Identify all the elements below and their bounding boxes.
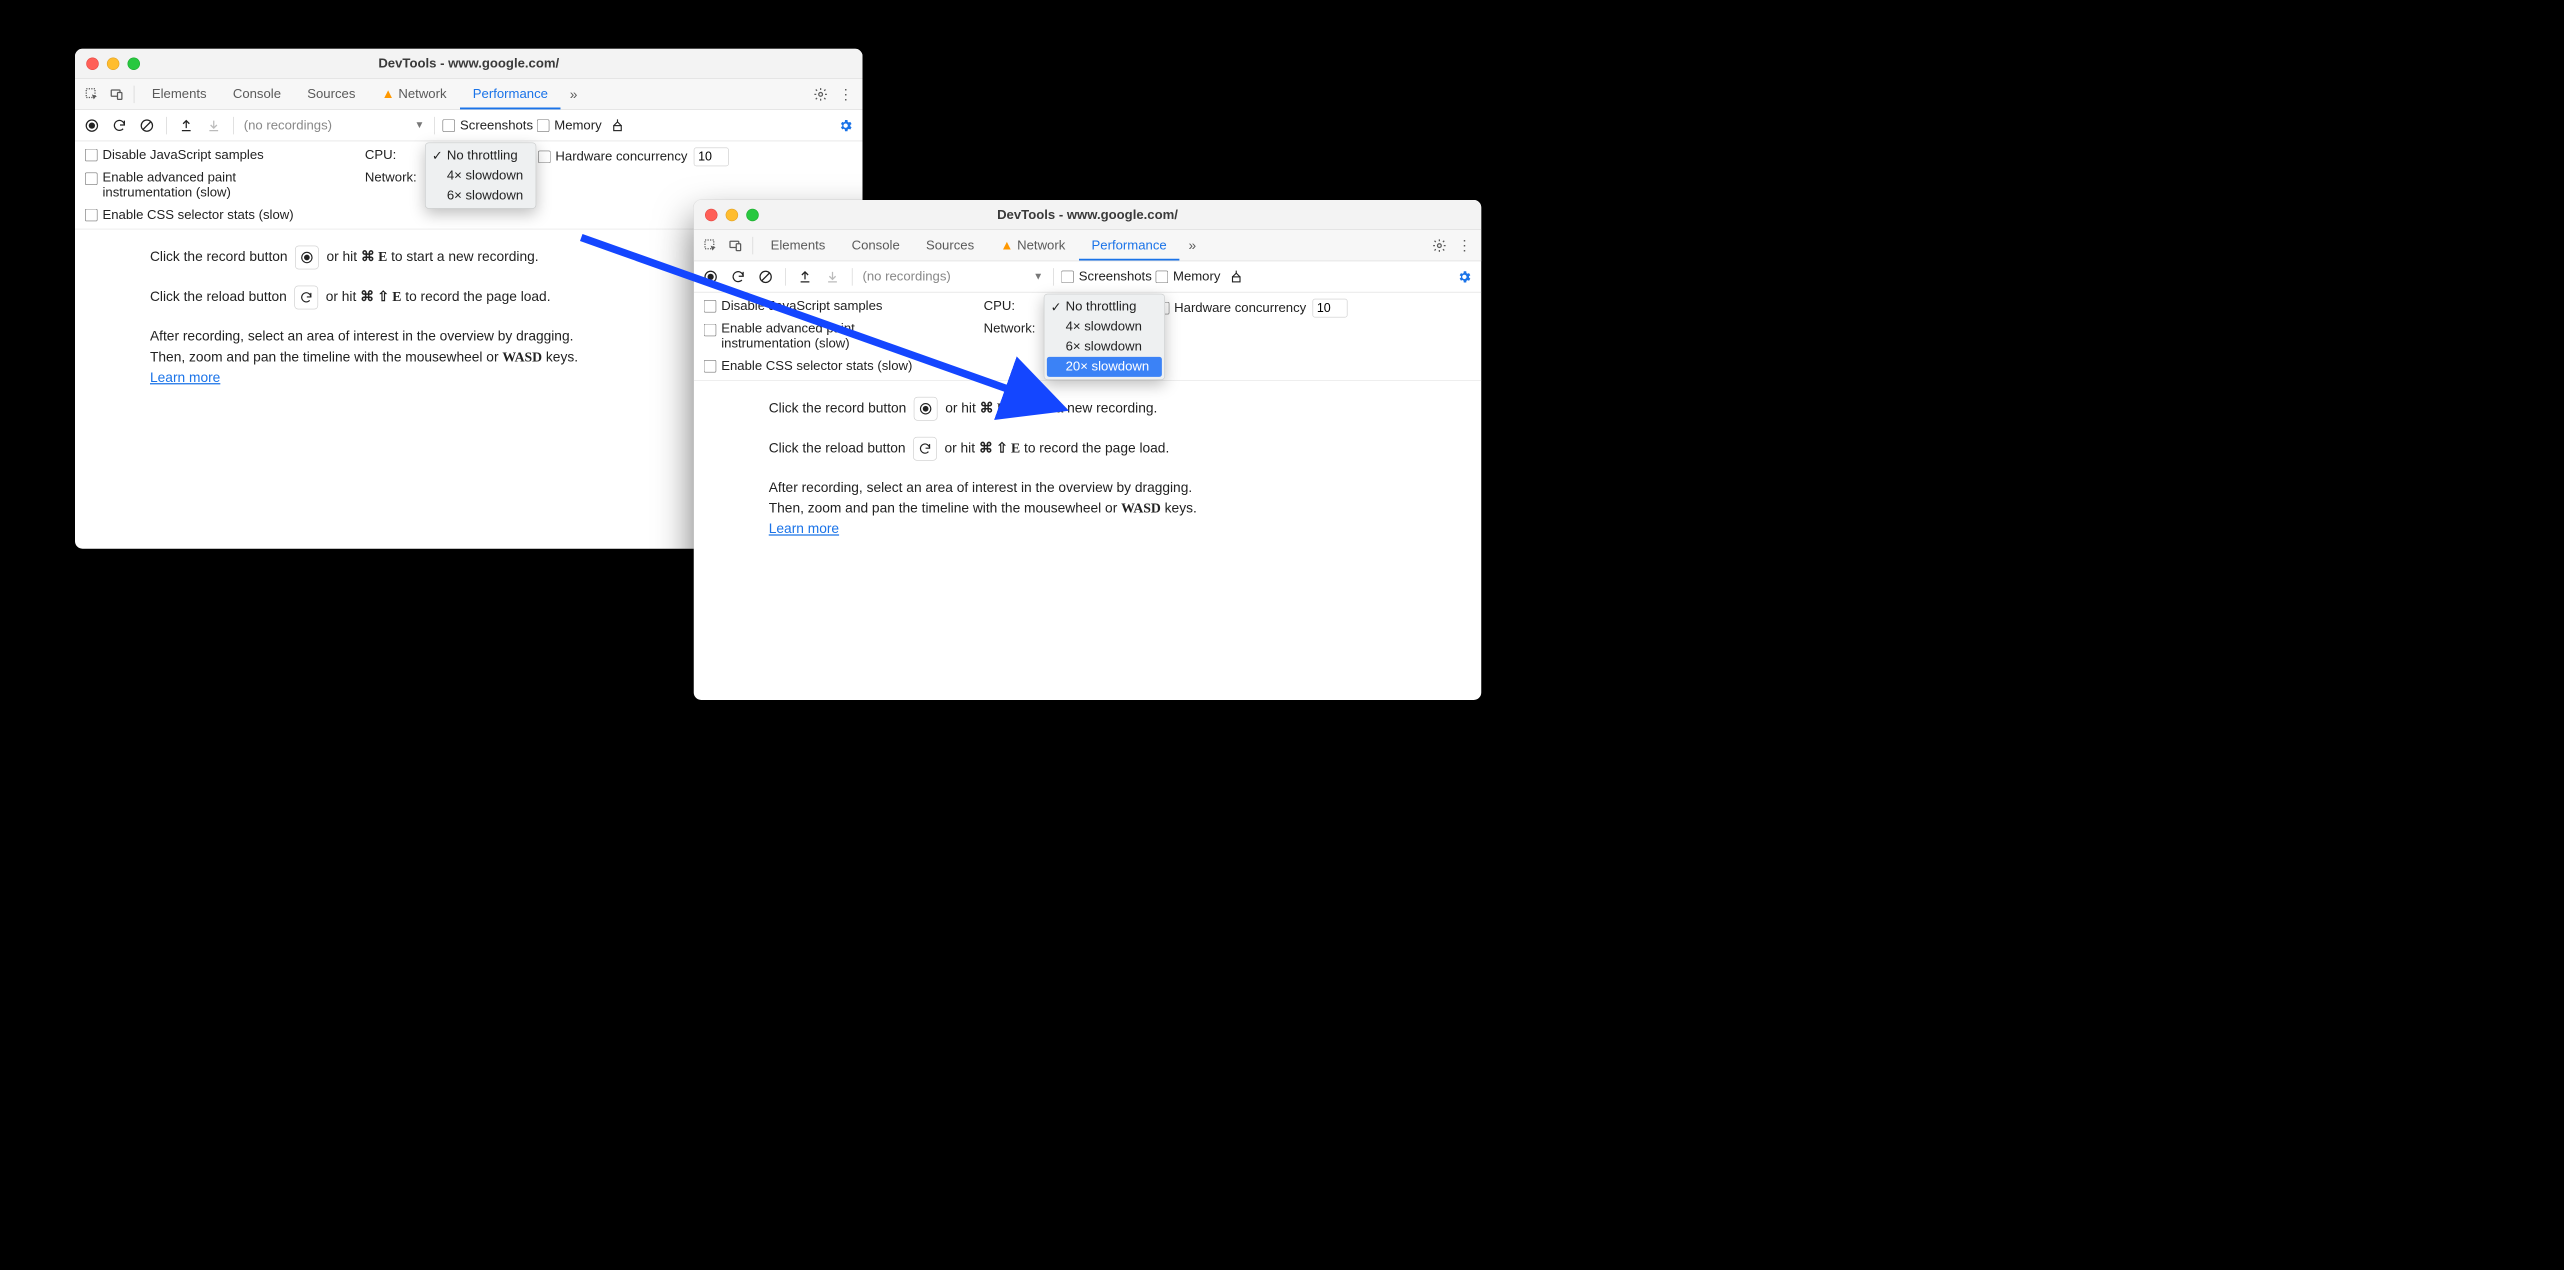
advanced-paint-checkbox[interactable]: Enable advanced paint instrumentation (s… [704,321,913,351]
hw-concurrency-input[interactable] [694,148,729,167]
cpu-label: CPU: [365,148,396,163]
memory-checkbox[interactable]: Memory [1156,269,1221,284]
gc-icon[interactable] [1224,265,1248,289]
network-label: Network: [365,170,417,185]
settings-gear-icon[interactable] [809,82,833,106]
learn-more-link[interactable]: Learn more [769,521,839,537]
gc-icon[interactable] [605,113,629,137]
inspect-icon[interactable] [80,82,104,106]
cpu-option-20x[interactable]: 20× slowdown [1047,357,1162,377]
recording-select[interactable]: (no recordings) ▼ [241,117,427,135]
tab-network[interactable]: ▲Network [369,79,459,110]
cpu-option-4x[interactable]: 4× slowdown [1044,317,1164,337]
disable-js-checkbox[interactable]: Disable JavaScript samples [85,148,294,163]
kebab-menu-icon[interactable]: ⋮ [1453,233,1477,257]
record-button[interactable] [699,265,723,289]
screenshots-checkbox[interactable]: Screenshots [443,118,533,133]
more-tabs-icon[interactable]: » [562,82,586,106]
record-button[interactable] [80,113,104,137]
advanced-paint-checkbox[interactable]: Enable advanced paint instrumentation (s… [85,170,294,200]
cpu-throttle-dropdown[interactable]: No throttling 4× slowdown 6× slowdown 20… [1044,294,1165,380]
tab-network[interactable]: ▲Network [988,230,1078,261]
record-icon [295,246,319,270]
upload-icon[interactable] [174,113,198,137]
titlebar: DevTools - www.google.com/ [694,200,1482,230]
record-icon [914,397,938,421]
window-title: DevTools - www.google.com/ [75,56,863,71]
devtools-window-after: DevTools - www.google.com/ Elements Cons… [694,200,1482,700]
panel-settings-icon[interactable] [834,113,858,137]
main-tabstrip: Elements Console Sources ▲Network Perfor… [694,230,1482,261]
more-tabs-icon[interactable]: » [1180,233,1204,257]
cpu-option-no-throttling[interactable]: No throttling [1044,297,1164,317]
reload-button[interactable] [108,113,132,137]
recording-select[interactable]: (no recordings) ▼ [860,268,1046,286]
clear-button[interactable] [135,113,159,137]
separator [134,85,135,103]
tab-performance[interactable]: Performance [460,79,560,110]
instructions: Click the record button or hit ⌘ E to st… [694,381,1482,572]
cpu-option-6x[interactable]: 6× slowdown [426,186,536,206]
tab-elements[interactable]: Elements [758,230,838,261]
inspect-icon[interactable] [699,233,723,257]
chevron-down-icon: ▼ [415,120,425,131]
css-stats-checkbox[interactable]: Enable CSS selector stats (slow) [704,359,913,374]
settings-gear-icon[interactable] [1428,233,1452,257]
clear-button[interactable] [754,265,778,289]
reload-button[interactable] [726,265,750,289]
cpu-option-4x[interactable]: 4× slowdown [426,166,536,186]
recording-select-label: (no recordings) [244,118,332,133]
tab-console[interactable]: Console [220,79,293,110]
device-toggle-icon[interactable] [724,233,748,257]
tab-elements[interactable]: Elements [139,79,219,110]
reload-icon [294,286,318,310]
cpu-throttle-dropdown[interactable]: No throttling 4× slowdown 6× slowdown [425,143,536,209]
learn-more-link[interactable]: Learn more [150,369,220,385]
disable-js-checkbox[interactable]: Disable JavaScript samples [704,299,913,314]
cpu-option-6x[interactable]: 6× slowdown [1044,337,1164,357]
css-stats-checkbox[interactable]: Enable CSS selector stats (slow) [85,208,294,223]
capture-settings: Disable JavaScript samples Enable advanc… [694,293,1482,381]
tab-performance[interactable]: Performance [1079,230,1179,261]
warning-icon: ▲ [382,87,395,102]
reload-icon [913,437,937,461]
chevron-down-icon: ▼ [1033,271,1043,282]
hw-concurrency-input[interactable] [1312,299,1347,318]
cpu-label: CPU: [984,299,1015,314]
tab-sources[interactable]: Sources [295,79,368,110]
window-title: DevTools - www.google.com/ [694,207,1482,222]
panel-settings-icon[interactable] [1453,265,1477,289]
device-toggle-icon[interactable] [105,82,129,106]
network-label: Network: [984,321,1036,336]
cpu-option-no-throttling[interactable]: No throttling [426,146,536,166]
tab-console[interactable]: Console [839,230,912,261]
screenshots-checkbox[interactable]: Screenshots [1061,269,1151,284]
perf-toolbar: (no recordings) ▼ Screenshots Memory [75,110,863,141]
memory-checkbox[interactable]: Memory [537,118,602,133]
titlebar: DevTools - www.google.com/ [75,49,863,79]
hw-concurrency-checkbox[interactable]: Hardware concurrency [1157,301,1307,316]
kebab-menu-icon[interactable]: ⋮ [834,82,858,106]
tab-sources[interactable]: Sources [914,230,987,261]
upload-icon[interactable] [793,265,817,289]
warning-icon: ▲ [1000,238,1013,253]
main-tabstrip: Elements Console Sources ▲Network Perfor… [75,79,863,110]
hw-concurrency-checkbox[interactable]: Hardware concurrency [538,149,688,164]
perf-toolbar: (no recordings) ▼ Screenshots Memory [694,261,1482,292]
download-icon[interactable] [202,113,226,137]
download-icon[interactable] [821,265,845,289]
